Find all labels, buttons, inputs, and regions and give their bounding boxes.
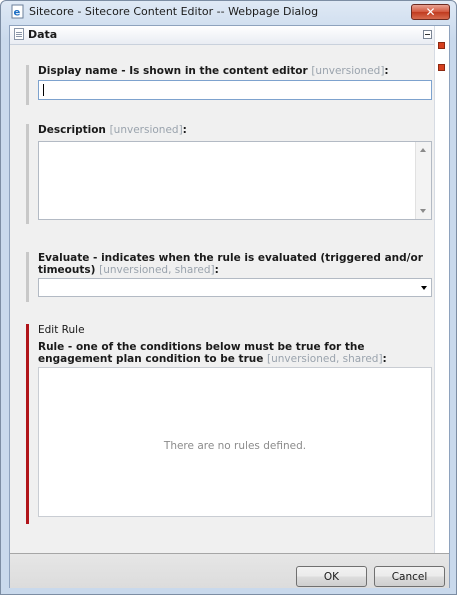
scroll-down-icon[interactable] (420, 209, 426, 213)
chevron-down-icon[interactable] (421, 286, 427, 290)
description-textarea[interactable] (38, 141, 432, 220)
description-field: Description [unversioned]: (26, 124, 432, 224)
evaluate-field: Evaluate - indicates when the rule is ev… (26, 252, 432, 302)
display-name-field: Display name - Is shown in the content e… (26, 65, 432, 105)
side-strip (434, 26, 449, 553)
edit-rule-link[interactable]: Edit Rule (38, 324, 431, 336)
ok-button[interactable]: OK (296, 566, 367, 587)
dialog-client-area: Data Display name - Is shown in the cont… (9, 25, 450, 588)
window-title: Sitecore - Sitecore Content Editor -- We… (29, 5, 319, 18)
svg-text:e: e (14, 8, 21, 19)
validation-marker-icon[interactable] (438, 42, 445, 49)
no-rules-text: There are no rules defined. (163, 440, 307, 452)
collapse-icon[interactable] (423, 30, 432, 39)
display-name-label: Display name - Is shown in the content e… (38, 65, 389, 77)
close-icon: ✕ (425, 5, 436, 19)
document-icon (14, 28, 24, 40)
display-name-input[interactable] (38, 80, 432, 100)
cancel-button[interactable]: Cancel (374, 566, 445, 587)
evaluate-select[interactable] (38, 278, 432, 297)
close-button[interactable]: ✕ (411, 4, 450, 20)
rule-label: Rule - one of the conditions below must … (38, 341, 387, 365)
content-editor-panel: Data Display name - Is shown in the cont… (10, 26, 436, 553)
ie-page-icon: e (11, 4, 24, 19)
dialog-footer: OK Cancel (10, 553, 449, 588)
description-scrollbar[interactable] (415, 142, 431, 219)
section-header-data[interactable]: Data (10, 26, 436, 45)
description-label: Description [unversioned]: (38, 124, 187, 136)
evaluate-label: Evaluate - indicates when the rule is ev… (38, 252, 423, 276)
dialog-window: e Sitecore - Sitecore Content Editor -- … (0, 0, 457, 595)
validation-marker-icon[interactable] (438, 64, 445, 71)
rules-list[interactable]: There are no rules defined. (38, 367, 432, 517)
section-title: Data (28, 28, 58, 41)
text-caret (43, 84, 44, 96)
title-bar[interactable]: e Sitecore - Sitecore Content Editor -- … (1, 1, 456, 23)
rule-field: Edit Rule Rule - one of the conditions b… (26, 324, 432, 524)
scroll-up-icon[interactable] (420, 148, 426, 152)
